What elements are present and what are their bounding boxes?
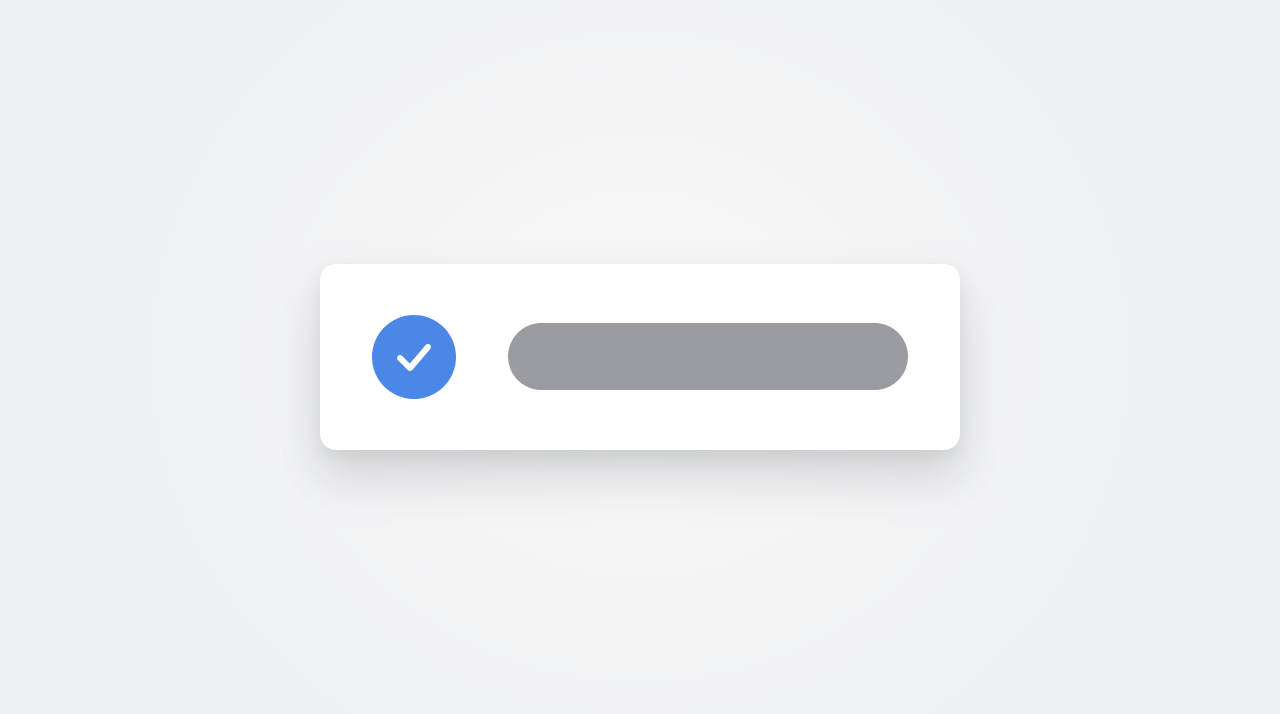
- text-placeholder-bar: [508, 323, 908, 390]
- check-circle-icon: [372, 315, 456, 399]
- check-mark-stroke: [397, 344, 431, 371]
- check-mark-icon: [397, 344, 431, 371]
- card-label: [508, 323, 509, 324]
- notification-card: [320, 264, 960, 450]
- scene-background: [0, 0, 1280, 714]
